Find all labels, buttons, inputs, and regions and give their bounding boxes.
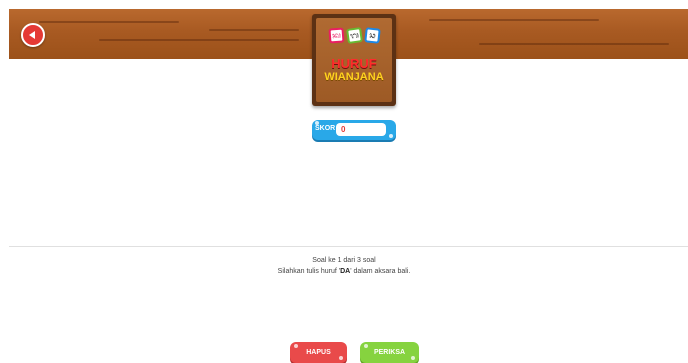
periksa-button[interactable]: PERIKSA <box>360 342 419 363</box>
wood-grain <box>479 43 669 45</box>
hapus-button[interactable]: HAPUS <box>290 342 347 363</box>
question-progress: Soal ke 1 dari 3 soal <box>312 257 376 264</box>
title-tiles: ᬓ ᬕ ᬘ <box>316 27 392 44</box>
highlight-dot <box>364 344 368 348</box>
wood-grain <box>99 39 299 41</box>
wood-grain <box>429 19 599 21</box>
back-button[interactable] <box>21 23 45 47</box>
aksara-tile: ᬕ <box>345 27 363 44</box>
back-arrow-icon <box>29 31 35 39</box>
score-label: SKOR <box>315 125 336 132</box>
title-board: ᬓ ᬕ ᬘ HURUF WIANJANA <box>312 14 396 106</box>
target-letter: DA <box>340 268 351 275</box>
divider <box>9 246 688 247</box>
score-panel: SKOR 0 <box>312 120 396 140</box>
title-huruf: HURUF <box>331 56 377 71</box>
hapus-label: HAPUS <box>306 349 331 356</box>
highlight-dot <box>411 356 415 360</box>
highlight-dot <box>339 356 343 360</box>
wood-grain <box>39 21 179 23</box>
title-board-inner: ᬓ ᬕ ᬘ HURUF WIANJANA <box>316 18 392 102</box>
title-wianjana: WIANJANA <box>324 71 384 83</box>
highlight-dot <box>294 344 298 348</box>
wood-grain <box>209 29 299 31</box>
periksa-label: PERIKSA <box>373 349 406 356</box>
question-instruction: Silahkan tulis huruf 'DA' dalam aksara b… <box>277 268 411 275</box>
highlight-dot <box>389 134 393 138</box>
score-value: 0 <box>336 123 386 136</box>
aksara-tile: ᬘ <box>363 27 381 44</box>
aksara-tile: ᬓ <box>327 27 345 44</box>
